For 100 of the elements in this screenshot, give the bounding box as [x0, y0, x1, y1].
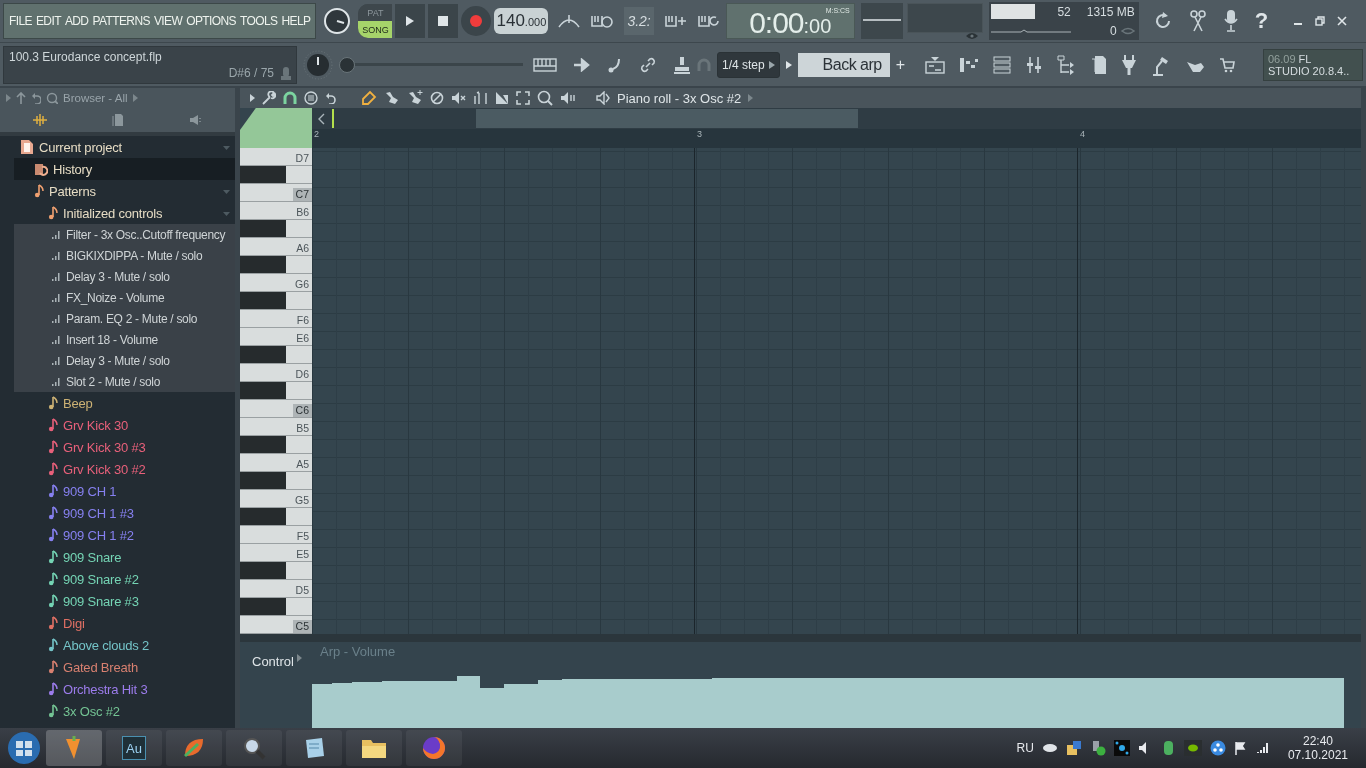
menu-item[interactable]: VIEW [153, 14, 183, 28]
tree-item[interactable]: Grv Kick 30 [63, 417, 128, 433]
mute-icon[interactable] [451, 91, 467, 105]
microphone-icon[interactable] [1222, 9, 1239, 33]
control-label[interactable]: Control [252, 654, 294, 669]
knob-icon[interactable] [322, 6, 353, 36]
speaker-icon[interactable] [188, 114, 203, 126]
select-icon[interactable] [516, 91, 530, 105]
plug-icon[interactable] [1121, 53, 1138, 76]
network-nodes-icon[interactable] [1113, 740, 1130, 756]
tree-item[interactable]: Patterns [49, 183, 96, 199]
speaker-icon[interactable] [596, 91, 610, 105]
wrench-icon[interactable] [262, 91, 276, 105]
keyboard-loop-icon[interactable] [697, 13, 720, 29]
tool-corner-panel[interactable] [240, 108, 312, 148]
stop-button[interactable] [428, 4, 459, 38]
piano-key[interactable]: C6 [240, 400, 312, 418]
menu-item[interactable]: PATTERNS [92, 14, 150, 28]
caret-icon[interactable] [250, 94, 255, 102]
arrow-right-icon[interactable] [573, 57, 591, 72]
menu-item[interactable]: EDIT [35, 14, 61, 28]
tree-item[interactable]: Above clouds 2 [63, 637, 150, 653]
steps-icon[interactable] [959, 55, 980, 74]
keyboard-plus-icon[interactable] [664, 13, 687, 29]
restore-icon[interactable] [1315, 16, 1325, 26]
taskbar-button[interactable] [226, 730, 282, 766]
menu-item[interactable]: TOOLS [239, 14, 278, 28]
speaker-icon[interactable] [560, 91, 576, 105]
tree-item[interactable]: Beep [63, 395, 93, 411]
taskbar-button[interactable] [346, 730, 402, 766]
tree-item[interactable]: 909 CH 1 #3 [63, 505, 134, 521]
up-arrow-icon[interactable] [16, 92, 26, 104]
close-icon[interactable] [1337, 16, 1347, 26]
taskbar-button[interactable] [286, 730, 342, 766]
tree-item[interactable]: 909 Snare [63, 549, 122, 565]
link-icon[interactable] [639, 55, 657, 74]
menu-item[interactable]: OPTIONS [186, 14, 236, 28]
info-icon[interactable] [1065, 740, 1082, 756]
waveform-icon[interactable] [32, 114, 49, 126]
menu-item[interactable]: FILE [9, 14, 32, 28]
clock-date[interactable]: 07.10.2021 [1287, 748, 1348, 762]
browser-title[interactable]: Browser - All [63, 92, 128, 104]
menu-item[interactable]: HELP [281, 14, 311, 28]
slider-thumb[interactable] [339, 56, 355, 73]
wave-peak-icon[interactable] [558, 13, 581, 29]
taskbar-button[interactable] [406, 730, 462, 766]
scrollbar-thumb[interactable] [476, 109, 858, 128]
tree-item[interactable]: History [53, 161, 93, 177]
language-indicator[interactable]: RU [1016, 741, 1034, 755]
mixer-icon[interactable] [1025, 55, 1044, 74]
menu-item[interactable]: ADD [64, 14, 89, 28]
tree-item[interactable]: Digi [63, 615, 85, 631]
undo-icon[interactable] [31, 92, 41, 104]
pencil-icon[interactable] [361, 90, 377, 106]
tree-item[interactable]: 909 CH 1 #2 [63, 527, 134, 543]
magnet-icon[interactable] [283, 91, 297, 105]
piano-roll-title[interactable]: Piano roll - 3x Osc #2 [617, 90, 742, 106]
tree-item[interactable]: Orchestra Hit 3 [63, 681, 148, 697]
graphics-card-icon[interactable] [1183, 740, 1202, 756]
tree-item[interactable]: 909 Snare #2 [63, 571, 139, 587]
piano-key[interactable]: C7 [240, 184, 312, 202]
document-icon[interactable] [112, 113, 125, 127]
tree-item[interactable]: Grv Kick 30 #3 [63, 439, 146, 455]
document-icon[interactable] [1091, 54, 1108, 75]
tree-item[interactable]: 909 Snare #3 [63, 593, 139, 609]
rack-icon[interactable] [993, 55, 1012, 74]
no-entry-icon[interactable] [430, 91, 444, 105]
flag-icon[interactable] [1233, 741, 1248, 755]
playlist-icon[interactable] [925, 55, 946, 74]
taskbar-button[interactable] [166, 730, 222, 766]
brush-plus-icon[interactable] [407, 90, 423, 106]
cart-icon[interactable] [1219, 56, 1236, 73]
undo-icon[interactable] [325, 92, 337, 104]
zoom-icon[interactable] [537, 90, 553, 106]
menu-icon[interactable] [304, 91, 318, 105]
play-button[interactable] [395, 4, 426, 38]
snap-selector[interactable]: 1/4 step [717, 51, 780, 78]
scissors-icon[interactable] [1188, 9, 1207, 33]
brush-icon[interactable] [384, 90, 400, 106]
tree-item[interactable]: Grv Kick 30 #2 [63, 461, 146, 477]
tempo-field[interactable]: 140.000 [494, 8, 549, 34]
start-orb-icon[interactable] [6, 730, 42, 766]
control-bars-drawing[interactable] [312, 676, 1344, 728]
typing-keyboard-button[interactable]: 3.2: [624, 7, 654, 35]
stamp-icon[interactable] [673, 54, 691, 75]
mode-toggle[interactable]: SONG [358, 21, 393, 38]
keyboard-icon[interactable] [533, 56, 557, 73]
clock-time[interactable]: 22:40 [1302, 734, 1333, 748]
tree-item[interactable]: Gated Breath [63, 659, 138, 675]
caret-icon[interactable] [296, 654, 302, 662]
caret-icon[interactable] [785, 60, 792, 69]
add-pattern-button[interactable]: + [895, 55, 906, 74]
tree-item[interactable]: 3x Osc #2 [63, 703, 120, 719]
taskbar-button[interactable]: Au [106, 730, 162, 766]
tree-item[interactable]: Current project [39, 139, 122, 155]
signal-icon[interactable] [1255, 742, 1270, 754]
keyboard-clock-icon[interactable] [591, 13, 614, 29]
tree-item[interactable]: 909 CH 1 [63, 483, 117, 499]
tree-item[interactable]: Initialized controls [63, 205, 163, 221]
help-button[interactable]: ? [1254, 8, 1269, 34]
